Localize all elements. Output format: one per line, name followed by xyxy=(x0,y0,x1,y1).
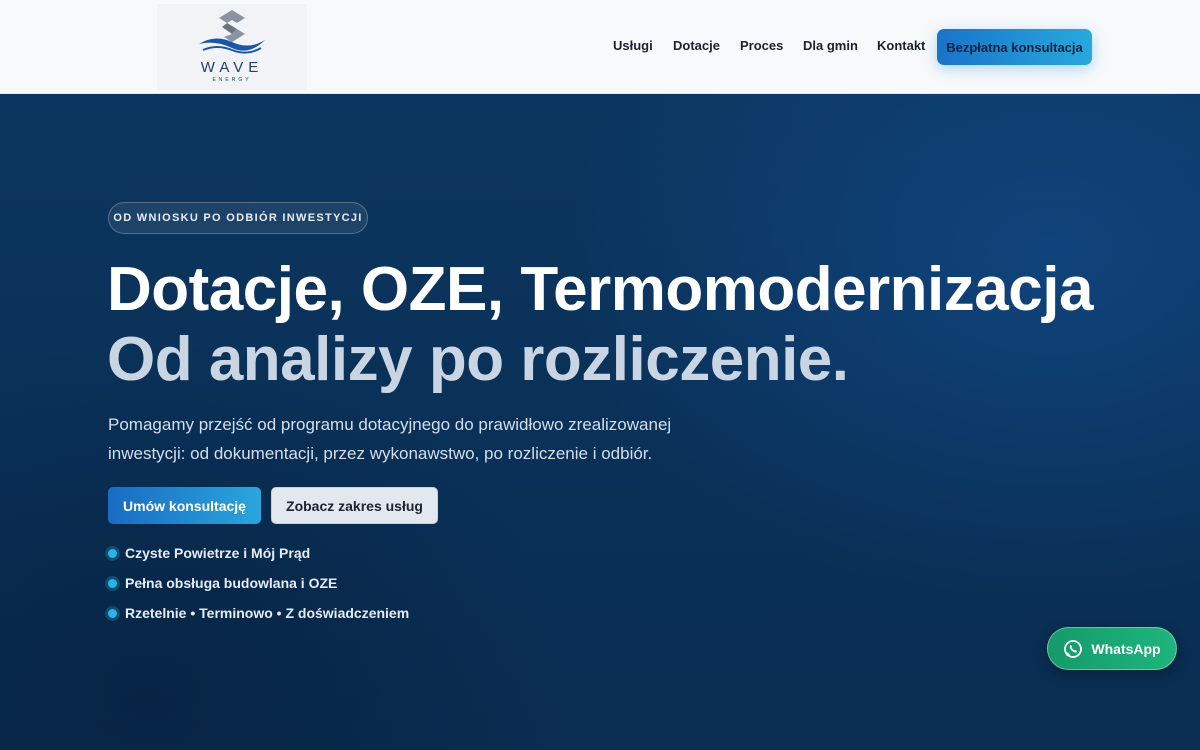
feature-label: Czyste Powietrze i Mój Prąd xyxy=(125,545,311,561)
feature-item: Czyste Powietrze i Mój Prąd xyxy=(108,543,310,563)
hero-badge: OD WNIOSKU PO ODBIÓR INWESTYCJI xyxy=(108,202,368,234)
logo[interactable]: WAVE ENERGY xyxy=(157,4,307,90)
free-consultation-button[interactable]: Bezpłatna konsultacja xyxy=(937,29,1092,65)
feature-label: Pełna obsługa budowlana i OZE xyxy=(125,575,338,591)
whatsapp-button[interactable]: WhatsApp xyxy=(1047,627,1177,670)
site-header: WAVE ENERGY Usługi Dotacje Proces Dla gm… xyxy=(0,0,1200,94)
wave-logo-icon xyxy=(199,10,265,54)
bullet-dot-icon xyxy=(108,578,117,588)
nav-link-uslugi[interactable]: Usługi xyxy=(613,38,653,53)
book-consultation-button[interactable]: Umów konsultację xyxy=(108,487,261,524)
hero-lead: Pomagamy przejść od programu dotacyjnego… xyxy=(108,415,672,463)
feature-item: Pełna obsługa budowlana i OZE xyxy=(108,573,337,593)
bullet-dot-icon xyxy=(108,548,117,558)
feature-label: Rzetelnie • Terminowo • Z doświadczeniem xyxy=(125,605,410,621)
hero-title: Dotacje, OZE, Termomodernizacja xyxy=(107,255,1093,324)
bullet-dot-icon xyxy=(108,608,117,618)
hero-subtitle: Od analizy po rozliczenie. xyxy=(107,325,849,394)
logo-subtext: ENERGY xyxy=(212,77,252,83)
whatsapp-label: WhatsApp xyxy=(1091,640,1161,657)
nav-link-dla-gmin[interactable]: Dla gmin xyxy=(803,38,858,53)
nav-link-dotacje[interactable]: Dotacje xyxy=(673,38,720,53)
nav-link-proces[interactable]: Proces xyxy=(740,38,783,53)
view-services-button[interactable]: Zobacz zakres usług xyxy=(271,487,438,524)
hero-section: OD WNIOSKU PO ODBIÓR INWESTYCJI Dotacje,… xyxy=(0,94,1200,750)
feature-item: Rzetelnie • Terminowo • Z doświadczeniem xyxy=(108,603,409,623)
logo-text: WAVE xyxy=(200,59,264,76)
nav-link-kontakt[interactable]: Kontakt xyxy=(877,38,925,53)
whatsapp-icon xyxy=(1064,639,1083,658)
